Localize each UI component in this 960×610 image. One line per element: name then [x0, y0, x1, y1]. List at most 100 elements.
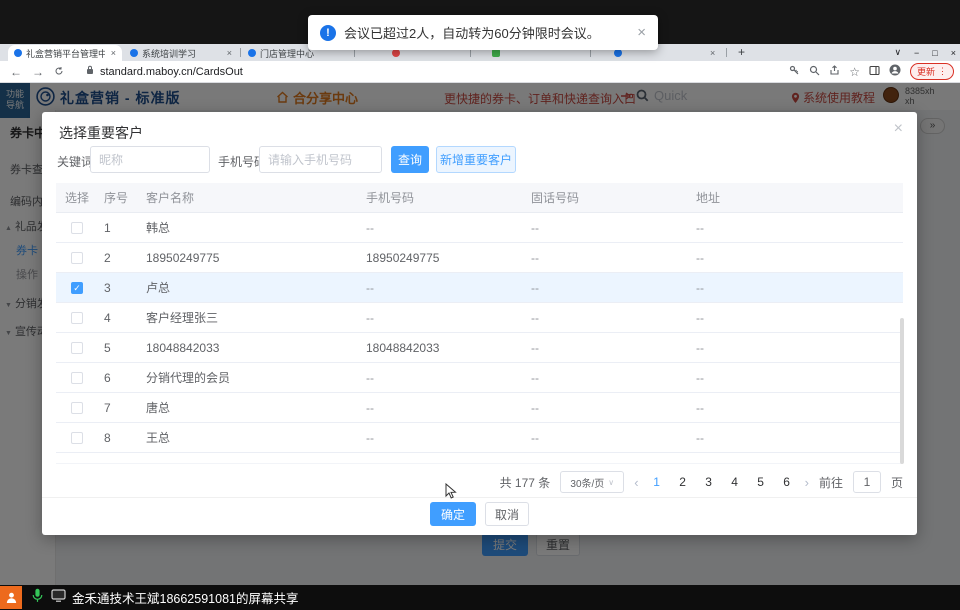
row-checkbox[interactable] [71, 432, 83, 444]
tab-favicon [248, 49, 256, 57]
side-panel-icon[interactable] [869, 65, 880, 79]
update-label: 更新 [917, 65, 935, 78]
cell-index: 6 [98, 371, 138, 385]
bookmark-star-icon[interactable]: ☆ [849, 65, 860, 79]
pagination-total: 共 177 条 [500, 474, 551, 491]
page-6[interactable]: 6 [779, 475, 795, 489]
table-row[interactable]: 1 韩总 -- -- -- [56, 213, 903, 243]
cell-address: -- [688, 431, 903, 445]
addressbar-actions: ☆ 更新 ⋮ [789, 63, 954, 80]
footer-divider [42, 497, 917, 498]
cell-name: 王总 [138, 429, 358, 446]
profile-avatar-icon[interactable] [889, 64, 901, 79]
phone-input[interactable] [259, 146, 382, 173]
back-icon[interactable]: ← [10, 65, 22, 79]
row-checkbox[interactable] [71, 252, 83, 264]
cell-address: -- [688, 401, 903, 415]
cell-address: -- [688, 251, 903, 265]
page-5[interactable]: 5 [753, 475, 769, 489]
minimize-button[interactable]: − [914, 48, 919, 58]
row-checkbox[interactable] [71, 402, 83, 414]
add-customer-button[interactable]: 新增重要客户 [436, 146, 516, 173]
url-text[interactable]: standard.maboy.cn/CardsOut [100, 66, 243, 78]
cell-index: 8 [98, 431, 138, 445]
table-row-selected[interactable]: ✓ 3 卢总 -- -- -- [56, 273, 903, 303]
cell-tel: -- [523, 341, 688, 355]
key-icon[interactable] [789, 65, 800, 79]
row-checkbox[interactable] [71, 342, 83, 354]
browser-tab-2[interactable]: 系统培训学习 × [124, 45, 238, 61]
search-button[interactable]: 查询 [391, 146, 429, 173]
modal-close-icon[interactable]: × [894, 120, 903, 138]
table-row[interactable]: 8 王总 -- -- -- [56, 423, 903, 453]
table-row[interactable]: 2 18950249775 18950249775 -- -- [56, 243, 903, 273]
cell-index: 7 [98, 401, 138, 415]
tab-favicon [14, 49, 22, 57]
next-page-icon[interactable]: › [805, 475, 809, 490]
page-size-select[interactable]: 30条/页 ∨ [560, 471, 624, 493]
cell-name: 18048842033 [138, 341, 358, 355]
goto-page-input[interactable] [853, 471, 881, 493]
more-vertical-icon: ⋮ [938, 66, 947, 77]
toast-close-icon[interactable]: × [637, 24, 646, 41]
close-window-button[interactable]: × [951, 48, 956, 58]
row-checkbox[interactable] [71, 312, 83, 324]
maximize-button[interactable]: □ [932, 48, 937, 58]
cell-index: 5 [98, 341, 138, 355]
screen-share-label: 金禾通技术王斌18662591081的屏幕共享 [72, 588, 298, 607]
prev-page-icon[interactable]: ‹ [634, 475, 638, 490]
tab-close-icon[interactable]: × [111, 48, 116, 58]
meeting-toast: ! 会议已超过2人，自动转为60分钟限时会议。 × [308, 15, 658, 50]
modal-title: 选择重要客户 [59, 123, 143, 143]
update-button[interactable]: 更新 ⋮ [910, 63, 954, 80]
col-name: 客户名称 [138, 189, 358, 206]
zoom-icon[interactable] [809, 65, 820, 79]
col-tel: 固话号码 [523, 189, 688, 206]
tab-search-icon[interactable]: ∨ [894, 47, 901, 58]
cell-address: -- [688, 281, 903, 295]
share-icon[interactable] [829, 65, 840, 79]
new-tab-button[interactable]: + [738, 45, 745, 59]
customer-table: 选择 序号 客户名称 手机号码 固话号码 地址 1 韩总 -- -- -- 2 … [56, 183, 903, 464]
forward-icon[interactable]: → [32, 65, 44, 79]
tab-close-icon[interactable]: × [710, 48, 715, 58]
table-row[interactable]: 6 分销代理的会员 -- -- -- [56, 363, 903, 393]
page-4[interactable]: 4 [727, 475, 743, 489]
cell-tel: -- [523, 281, 688, 295]
cell-name: 韩总 [138, 219, 358, 236]
tab-close-icon[interactable]: × [227, 48, 232, 58]
row-checkbox[interactable] [71, 372, 83, 384]
page-3[interactable]: 3 [701, 475, 717, 489]
screen-share-icon [51, 589, 66, 607]
participant-icon[interactable] [0, 586, 22, 609]
cell-address: -- [688, 311, 903, 325]
microphone-icon[interactable] [32, 588, 43, 608]
cancel-button[interactable]: 取消 [485, 502, 529, 526]
table-scrollbar[interactable] [900, 318, 904, 464]
row-checkbox-checked[interactable]: ✓ [71, 282, 83, 294]
confirm-button[interactable]: 确定 [430, 502, 476, 526]
cell-mobile: 18950249775 [358, 251, 523, 265]
browser-tab-1[interactable]: 礼盒营销平台管理中心 × [8, 45, 122, 61]
lock-icon[interactable] [86, 65, 94, 78]
page-2[interactable]: 2 [675, 475, 691, 489]
page-1[interactable]: 1 [649, 475, 665, 489]
table-row[interactable]: 7 唐总 -- -- -- [56, 393, 903, 423]
col-address: 地址 [688, 189, 903, 206]
keyword-input[interactable] [90, 146, 210, 173]
tab-favicon [392, 49, 400, 57]
cell-index: 4 [98, 311, 138, 325]
cell-mobile: 18048842033 [358, 341, 523, 355]
table-row[interactable]: 5 18048842033 18048842033 -- -- [56, 333, 903, 363]
cell-mobile: -- [358, 371, 523, 385]
chevron-down-icon: ∨ [608, 478, 614, 487]
toast-message: 会议已超过2人，自动转为60分钟限时会议。 [344, 23, 629, 42]
row-checkbox[interactable] [71, 222, 83, 234]
cell-mobile: -- [358, 281, 523, 295]
refresh-icon[interactable] [54, 65, 64, 79]
tab-close-last[interactable]: × [702, 45, 722, 61]
table-row[interactable]: 4 客户经理张三 -- -- -- [56, 303, 903, 333]
cell-index: 1 [98, 221, 138, 235]
cell-index: 2 [98, 251, 138, 265]
tab-favicon [614, 49, 622, 57]
